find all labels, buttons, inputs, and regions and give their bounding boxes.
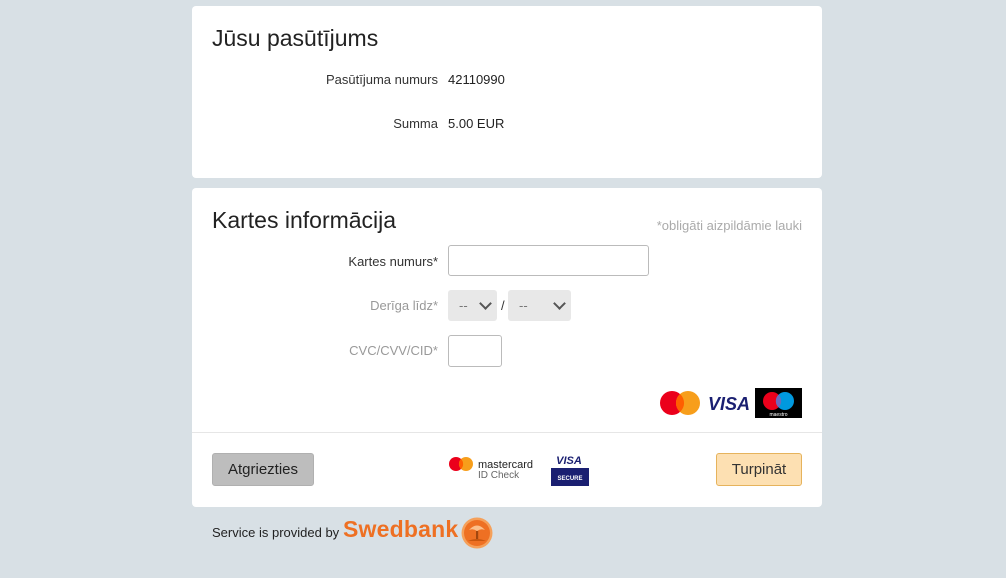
expiry-month-select[interactable]: -- [448,290,497,321]
swedbank-brand: Swedbank [343,516,459,542]
amount-label: Summa [393,116,438,131]
back-button[interactable]: Atgriezties [212,453,314,486]
expiry-year-select[interactable]: -- [508,290,571,321]
chevron-down-icon [553,297,566,310]
svg-text:VISA: VISA [708,394,750,414]
continue-button[interactable]: Turpināt [716,453,802,486]
visa-logo: VISA [708,394,750,414]
divider [192,432,822,433]
required-fields-note: *obligāti aizpildāmie lauki [656,218,802,233]
card-number-input[interactable] [448,245,649,276]
expiry-label: Derīga līdz* [370,298,438,313]
expiry-year-value: -- [519,298,528,313]
order-number-label: Pasūtījuma numurs [326,72,438,87]
card-brand-logos: VISA maestro [659,388,803,418]
chevron-down-icon [479,297,492,310]
expiry-separator: / [501,298,505,313]
visa-secure-text: SECURE [557,476,582,482]
amount-value: 5.00 EUR [448,116,505,131]
card-info-card: Kartes informācija *obligāti aizpildāmie… [192,188,822,507]
order-summary-card: Jūsu pasūtījums Pasūtījuma numurs 421109… [192,6,822,178]
visa-secure-logo: VISA SECURE [551,455,589,486]
service-provided-text: Service is provided by [212,525,340,540]
mastercard-logo [660,391,700,415]
order-number-value: 42110990 [448,72,505,87]
id-check-text: ID Check [478,470,520,481]
cvc-label: CVC/CVV/CID* [349,343,438,358]
svg-text:maestro: maestro [769,412,787,418]
secure-badges: mastercard ID Check VISA SECURE [448,450,591,488]
card-info-title: Kartes informācija [212,207,397,233]
card-number-label: Kartes numurs* [348,254,438,269]
cvc-input[interactable] [448,335,502,367]
maestro-logo: maestro [755,388,802,418]
visa-badge-text: VISA [556,455,582,467]
expiry-month-value: -- [459,298,468,313]
order-title: Jūsu pasūtījums [212,25,379,51]
mastercard-id-check-logo [449,457,473,471]
swedbank-oak-icon [461,517,493,549]
